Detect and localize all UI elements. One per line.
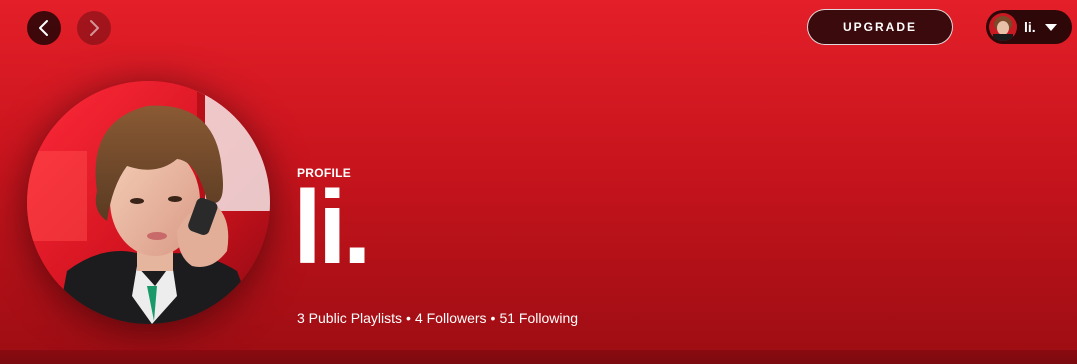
profile-name: li. (293, 170, 372, 286)
chevron-right-icon (90, 20, 99, 36)
user-menu-button[interactable]: li. (986, 10, 1072, 44)
chevron-left-icon (39, 20, 48, 36)
profile-stats: 3 Public Playlists • 4 Followers • 51 Follow… (297, 310, 578, 326)
content-area-edge (0, 350, 1077, 364)
caret-down-icon (1044, 23, 1057, 31)
profile-photo[interactable] (27, 81, 270, 324)
followers-link[interactable]: 4 Followers (415, 310, 487, 326)
separator-dot: • (406, 310, 411, 326)
upgrade-button[interactable]: UPGRADE (807, 9, 953, 45)
back-button[interactable] (27, 11, 61, 45)
following-link[interactable]: 51 Following (499, 310, 578, 326)
forward-button[interactable] (77, 11, 111, 45)
profile-header: UPGRADE li. PROFILE li. 3 Public Playlis… (0, 0, 1077, 364)
avatar (989, 13, 1017, 41)
separator-dot: • (490, 310, 496, 326)
public-playlists-link[interactable]: 3 Public Playlists (297, 310, 402, 326)
user-name: li. (1024, 19, 1036, 35)
